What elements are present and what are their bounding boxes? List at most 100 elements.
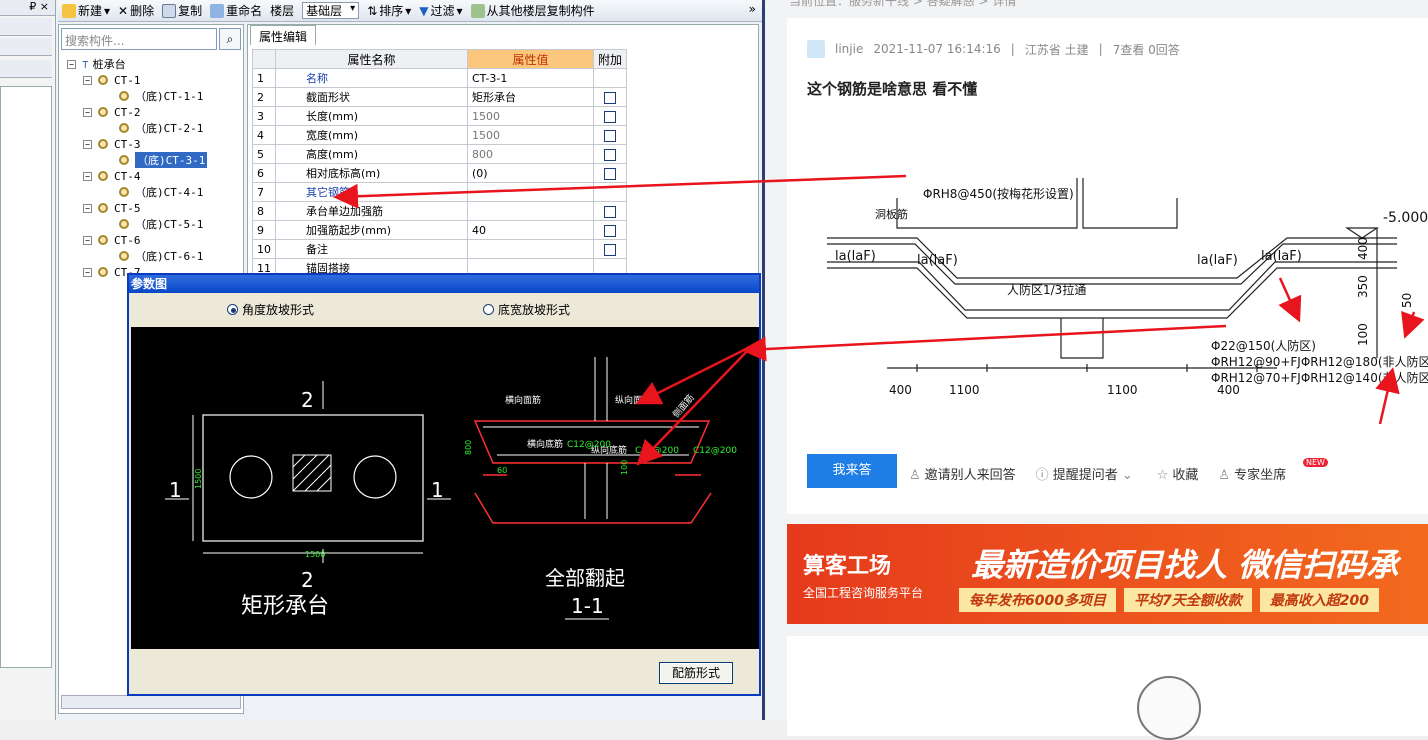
- tree-group-item[interactable]: − CT-6: [67, 232, 207, 248]
- property-row[interactable]: 5 高度(mm) 800: [252, 144, 628, 164]
- tree-child-item[interactable]: （底)CT-1-1: [67, 88, 207, 104]
- view-stats: 7查看 0回答: [1112, 42, 1180, 57]
- banner-logo: 算客工场: [803, 554, 892, 579]
- radio-angle-slope[interactable]: 角度放坡形式: [227, 301, 314, 318]
- copy-button[interactable]: 复制: [162, 2, 202, 19]
- gtj-application: ₽ × 新建▾ ✕ 删除 复制 重命名 楼层 基础层 ⇅: [0, 0, 762, 720]
- rebar-line: [827, 261, 1397, 311]
- label-top-longitudinal: 纵向面筋: [615, 394, 651, 406]
- section-label: 2: [301, 388, 314, 412]
- component-icon: [119, 123, 129, 133]
- expert-link[interactable]: ♙ 专家坐席: [1218, 464, 1286, 483]
- remind-link[interactable]: ⓘ 提醒提问者 ⌄: [1036, 464, 1137, 483]
- strip-row[interactable]: [0, 38, 52, 56]
- component-icon: [98, 267, 108, 277]
- tree-child-item[interactable]: （底)CT-6-1: [67, 248, 207, 264]
- extra-checkbox[interactable]: [604, 224, 616, 237]
- separator: |: [1098, 42, 1103, 56]
- drawing-rebar-note: Φ22@150(人防区): [1211, 338, 1316, 353]
- breadcrumb[interactable]: 当前位置：服务新干线 > 答疑解惑 > 详情: [789, 0, 1016, 9]
- filter-button[interactable]: ▼ 过滤 ▾: [419, 2, 462, 19]
- collapse-icon[interactable]: −: [83, 235, 92, 245]
- extra-checkbox[interactable]: [604, 205, 616, 218]
- tree-group-item[interactable]: − CT-1: [67, 72, 207, 88]
- tree-child-item[interactable]: （底)CT-2-1: [67, 120, 207, 136]
- toolbar-more-icon[interactable]: »: [749, 2, 756, 16]
- caption-all-turned-up: 全部翻起: [545, 566, 625, 590]
- property-row[interactable]: 10 备注: [252, 239, 628, 259]
- drawing-la-label: la(laF): [835, 249, 876, 264]
- extra-checkbox[interactable]: [604, 167, 616, 180]
- collapse-icon[interactable]: −: [83, 267, 92, 277]
- component-icon: [98, 203, 108, 213]
- delete-button[interactable]: ✕ 删除: [118, 2, 154, 19]
- rebar-spec-label: C12@200: [635, 446, 679, 456]
- property-row[interactable]: 7 其它钢筋: [252, 182, 628, 202]
- invite-link[interactable]: ♙ 邀请别人来回答: [909, 464, 1016, 483]
- component-icon: [98, 75, 108, 85]
- author-name[interactable]: linjie: [835, 42, 863, 56]
- pile-circle: [229, 455, 273, 499]
- collapse-icon[interactable]: −: [67, 59, 76, 69]
- collect-link[interactable]: ☆ 收藏: [1157, 464, 1199, 483]
- rebar-form-button[interactable]: 配筋形式: [659, 662, 733, 684]
- strip-row[interactable]: [0, 18, 52, 36]
- extra-checkbox[interactable]: [604, 129, 616, 142]
- avatar[interactable]: [807, 40, 825, 58]
- region-tag: 江苏省 土建: [1024, 42, 1089, 57]
- tree-group-item[interactable]: − CT-5: [67, 200, 207, 216]
- tree-child-item[interactable]: （底)CT-4-1: [67, 184, 207, 200]
- extra-checkbox[interactable]: [604, 91, 616, 104]
- extra-checkbox[interactable]: [604, 110, 616, 123]
- property-row[interactable]: 4 宽度(mm) 1500: [252, 125, 628, 145]
- pin-icon[interactable]: ₽: [29, 0, 36, 13]
- empty-answer-illustration: [1137, 676, 1201, 740]
- drawing-dim: 50: [1400, 293, 1414, 308]
- tree-child-item-selected[interactable]: （底)CT-3-1: [67, 152, 208, 168]
- copy-from-floor-button[interactable]: 从其他楼层复制构件: [470, 2, 595, 19]
- strip-row[interactable]: [0, 60, 52, 78]
- search-icon[interactable]: ⌕: [219, 28, 241, 50]
- close-icon[interactable]: ×: [40, 0, 49, 13]
- tree-horizontal-scrollbar[interactable]: [61, 695, 241, 709]
- turned-up-rebar: [474, 492, 712, 524]
- collapse-icon[interactable]: −: [83, 75, 92, 85]
- sort-button[interactable]: ⇅ 排序 ▾: [367, 2, 411, 19]
- extra-checkbox[interactable]: [604, 148, 616, 161]
- component-toolbar: 新建▾ ✕ 删除 复制 重命名 楼层 基础层 ⇅ 排序▾ ▼ 过滤▾: [58, 0, 762, 22]
- tree-group-item[interactable]: − CT-2: [67, 104, 207, 120]
- collapse-icon[interactable]: −: [83, 139, 92, 149]
- left-panel: [0, 86, 52, 668]
- dim-length-label: 1500: [305, 550, 325, 559]
- ad-banner[interactable]: 算客工场 全国工程咨询服务平台 最新造价项目找人 微信扫码承 每年发布6000多…: [787, 524, 1428, 624]
- component-icon: [98, 139, 108, 149]
- collapse-icon[interactable]: −: [83, 107, 92, 117]
- tree-child-item[interactable]: （底)CT-5-1: [67, 216, 207, 232]
- property-row[interactable]: 9 加强筋起步(mm) 40: [252, 220, 628, 240]
- radio-bottom-width-slope[interactable]: 底宽放坡形式: [483, 301, 570, 318]
- tree-root[interactable]: − ⊤ 桩承台: [67, 56, 207, 72]
- radio-on-icon[interactable]: [227, 304, 238, 315]
- sort-icon: ⇅: [367, 3, 378, 18]
- copy-floor-icon: [470, 3, 485, 18]
- floor-select[interactable]: 基础层: [302, 2, 360, 19]
- tree-group-item[interactable]: − CT-4: [67, 168, 207, 184]
- component-search-input[interactable]: 搜索构件...: [61, 28, 217, 50]
- property-row[interactable]: 8 承台单边加强筋: [252, 201, 628, 221]
- new-button[interactable]: 新建 ▾: [62, 2, 110, 19]
- component-icon: [119, 251, 129, 261]
- answer-button[interactable]: 我来答: [807, 454, 897, 488]
- tree-group-item[interactable]: − CT-3: [67, 136, 207, 152]
- tab-property-edit[interactable]: 属性编辑: [250, 25, 317, 45]
- property-row[interactable]: 3 长度(mm) 1500: [252, 106, 628, 126]
- radio-off-icon[interactable]: [483, 304, 494, 315]
- section-label: 1: [431, 478, 444, 502]
- property-row[interactable]: 1 名称 CT-3-1: [252, 68, 628, 88]
- label-top-transverse: 横向面筋: [505, 394, 541, 406]
- rename-button[interactable]: 重命名: [210, 2, 262, 19]
- property-row[interactable]: 2 截面形状 矩形承台: [252, 87, 628, 107]
- collapse-icon[interactable]: −: [83, 203, 92, 213]
- collapse-icon[interactable]: −: [83, 171, 92, 181]
- extra-checkbox[interactable]: [604, 243, 616, 256]
- property-row[interactable]: 6 相对底标高(m) (0): [252, 163, 628, 183]
